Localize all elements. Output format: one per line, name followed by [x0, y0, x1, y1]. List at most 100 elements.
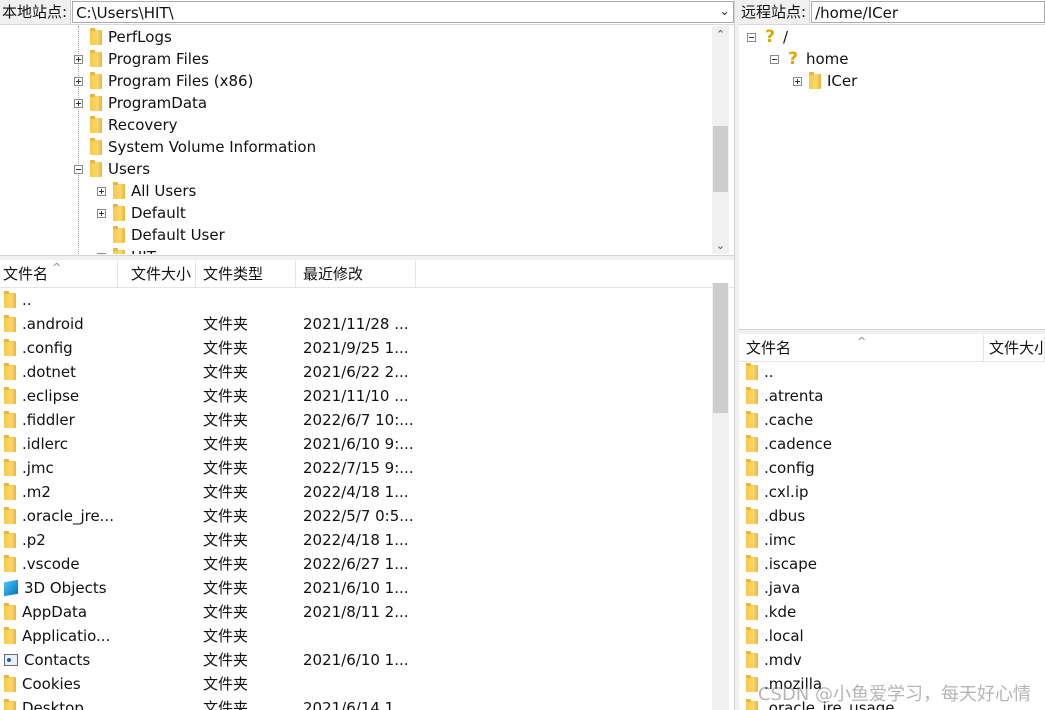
file-row[interactable]: .fiddler 文件夹 2022/6/7 10:...: [0, 408, 734, 432]
collapse-icon[interactable]: [747, 32, 756, 42]
column-header-type[interactable]: 文件类型: [196, 261, 296, 287]
column-header-modified[interactable]: 最近修改: [296, 261, 416, 287]
expand-icon[interactable]: [97, 186, 106, 196]
folder-icon: [4, 386, 16, 404]
tree-item[interactable]: ? /: [747, 26, 788, 48]
tree-item-label: ICer: [827, 72, 858, 90]
tree-item[interactable]: Default: [97, 202, 186, 224]
tree-item[interactable]: Program Files (x86): [74, 70, 253, 92]
file-row[interactable]: 3D Objects 文件夹 2021/6/10 1...: [0, 576, 734, 600]
collapse-icon[interactable]: [97, 252, 106, 254]
tree-item[interactable]: Program Files: [74, 48, 209, 70]
file-row[interactable]: .vscode 文件夹 2022/6/27 1...: [0, 552, 734, 576]
file-row[interactable]: ..: [739, 360, 1045, 384]
remote-file-list[interactable]: .. .atrenta .cache .cadence .config .cxl.ip .d…: [739, 360, 1045, 710]
scroll-thumb[interactable]: [713, 283, 728, 413]
file-modified: 2021/6/10 1...: [303, 651, 409, 669]
folder-icon: [4, 506, 16, 524]
remote-directory-tree[interactable]: ? /? home ICer: [739, 26, 1045, 326]
tree-item[interactable]: ICer: [793, 70, 857, 92]
collapse-icon[interactable]: [770, 54, 779, 64]
file-row[interactable]: .config: [739, 456, 1045, 480]
file-row[interactable]: .imc: [739, 528, 1045, 552]
file-row[interactable]: .config 文件夹 2021/9/25 1...: [0, 336, 734, 360]
file-row[interactable]: .cxl.ip: [739, 480, 1045, 504]
file-modified: [296, 672, 416, 696]
tree-item[interactable]: ? home: [770, 48, 849, 70]
tree-item[interactable]: PerfLogs: [74, 26, 172, 48]
file-row[interactable]: .dotnet 文件夹 2021/6/22 2...: [0, 360, 734, 384]
file-row[interactable]: .m2 文件夹 2022/4/18 1...: [0, 480, 734, 504]
tree-item-label: Default: [131, 204, 186, 222]
file-row[interactable]: Cookies 文件夹: [0, 672, 734, 696]
file-row[interactable]: ..: [0, 288, 734, 312]
file-row[interactable]: .cache: [739, 408, 1045, 432]
tree-item[interactable]: Recovery: [74, 114, 178, 136]
file-row[interactable]: .p2 文件夹 2022/4/18 1...: [0, 528, 734, 552]
folder-icon: [746, 434, 758, 452]
tree-item[interactable]: Users: [74, 158, 150, 180]
file-row[interactable]: .android 文件夹 2021/11/28 ...: [0, 312, 734, 336]
folder-icon: [90, 115, 102, 133]
scroll-up-icon[interactable]: ⌃: [712, 26, 729, 43]
local-list-scrollbar[interactable]: [712, 283, 729, 710]
file-name-cell: .cxl.ip: [739, 480, 1039, 504]
column-header-size[interactable]: 文件大小: [118, 261, 196, 287]
file-row[interactable]: .dbus: [739, 504, 1045, 528]
folder-icon: [90, 27, 102, 45]
file-name-cell: Cookies: [0, 672, 196, 696]
file-modified: 2022/6/27 1...: [303, 555, 409, 573]
file-row[interactable]: .java: [739, 576, 1045, 600]
question-icon: ?: [765, 27, 775, 47]
local-site-path-input[interactable]: C:\Users\HIT\: [72, 1, 734, 23]
local-tree-scrollbar[interactable]: ⌃ ⌄: [712, 26, 729, 254]
file-row[interactable]: .eclipse 文件夹 2021/11/10 ...: [0, 384, 734, 408]
file-row[interactable]: .atrenta: [739, 384, 1045, 408]
expand-icon[interactable]: [74, 54, 83, 64]
file-type: 文件夹: [203, 459, 249, 477]
local-file-list[interactable]: .. .android 文件夹 2021/11/28 ... .config 文件夹 202…: [0, 288, 734, 710]
column-header-name[interactable]: 文件名 ^: [739, 335, 984, 361]
file-row[interactable]: .idlerc 文件夹 2021/6/10 9:...: [0, 432, 734, 456]
file-row[interactable]: .kde: [739, 600, 1045, 624]
file-row[interactable]: .mdv: [739, 648, 1045, 672]
tree-item[interactable]: Default User: [97, 224, 225, 246]
remote-splitter[interactable]: [739, 329, 1045, 334]
tree-item[interactable]: System Volume Information: [74, 136, 316, 158]
file-row[interactable]: AppData 文件夹 2021/8/11 2...: [0, 600, 734, 624]
local-site-bar: 本地站点: C:\Users\HIT\ ⌄: [0, 0, 734, 25]
remote-site-bar: 远程站点: /home/ICer: [739, 0, 1045, 25]
file-name: Applicatio...: [22, 627, 111, 645]
file-type: [196, 288, 296, 312]
scroll-down-icon[interactable]: ⌄: [712, 237, 729, 254]
file-modified: 2021/11/10 ...: [303, 387, 409, 405]
file-row[interactable]: Desktop 文件夹 2021/6/14 1...: [0, 696, 734, 710]
file-name-cell: .m2: [0, 480, 196, 504]
expand-icon[interactable]: [74, 76, 83, 86]
column-header-name[interactable]: 文件名 ^: [0, 261, 118, 287]
file-row[interactable]: Applicatio... 文件夹: [0, 624, 734, 648]
remote-site-path-input[interactable]: /home/ICer: [811, 1, 1045, 23]
file-row[interactable]: .local: [739, 624, 1045, 648]
tree-item[interactable]: ProgramData: [74, 92, 207, 114]
file-name: .p2: [22, 531, 46, 549]
file-row[interactable]: .jmc 文件夹 2022/7/15 9:...: [0, 456, 734, 480]
tree-item[interactable]: HIT: [97, 246, 156, 254]
chevron-down-icon[interactable]: ⌄: [719, 0, 730, 24]
collapse-icon[interactable]: [74, 164, 83, 174]
file-row[interactable]: .iscape: [739, 552, 1045, 576]
file-row[interactable]: .oracle_jre... 文件夹 2022/5/7 0:5...: [0, 504, 734, 528]
expand-icon[interactable]: [97, 208, 106, 218]
tree-item[interactable]: All Users: [97, 180, 196, 202]
file-name-cell: .fiddler: [0, 408, 196, 432]
expand-icon[interactable]: [74, 98, 83, 108]
folder-icon: [746, 530, 758, 548]
column-header-size[interactable]: 文件大小: [984, 335, 1045, 361]
file-row[interactable]: Contacts 文件夹 2021/6/10 1...: [0, 648, 734, 672]
expand-icon[interactable]: [793, 76, 802, 86]
local-splitter[interactable]: [0, 255, 734, 260]
file-row[interactable]: .cadence: [739, 432, 1045, 456]
file-name-cell: ..: [739, 360, 1039, 384]
scroll-thumb[interactable]: [713, 126, 728, 192]
local-directory-tree[interactable]: PerfLogs Program Files Program Files (x86)…: [0, 26, 734, 254]
